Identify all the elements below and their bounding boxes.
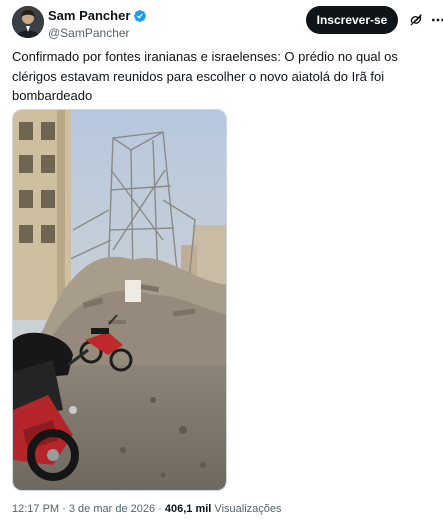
verified-badge-icon xyxy=(133,9,147,23)
tweet-time[interactable]: 12:17 PM xyxy=(12,503,59,515)
meta-separator: · xyxy=(59,503,69,515)
tweet-text: Confirmado por fontes iranianas e israel… xyxy=(12,49,398,103)
tweet-meta: 12:17 PM · 3 de mar de 2026 · 406,1 mil … xyxy=(12,503,282,515)
author-handle[interactable]: @SamPancher xyxy=(48,26,147,40)
more-options-icon[interactable] xyxy=(430,12,443,28)
views-count: 406,1 mil xyxy=(164,503,212,515)
meta-separator-2: · xyxy=(155,503,165,515)
grok-icon[interactable] xyxy=(408,12,424,28)
video-thumbnail[interactable] xyxy=(12,109,227,491)
views-label: Visualizações xyxy=(211,503,282,515)
display-name[interactable]: Sam Pancher xyxy=(48,8,130,23)
follow-button[interactable]: Inscrever-se xyxy=(306,6,398,34)
tweet-header: Sam Pancher @SamPancher Inscrever-se xyxy=(12,4,443,44)
tweet-date[interactable]: 3 de mar de 2026 xyxy=(69,503,155,515)
avatar[interactable] xyxy=(12,6,44,38)
author-info: Sam Pancher @SamPancher xyxy=(48,6,147,40)
tweet-card: Sam Pancher @SamPancher Inscrever-se Con… xyxy=(0,0,443,525)
